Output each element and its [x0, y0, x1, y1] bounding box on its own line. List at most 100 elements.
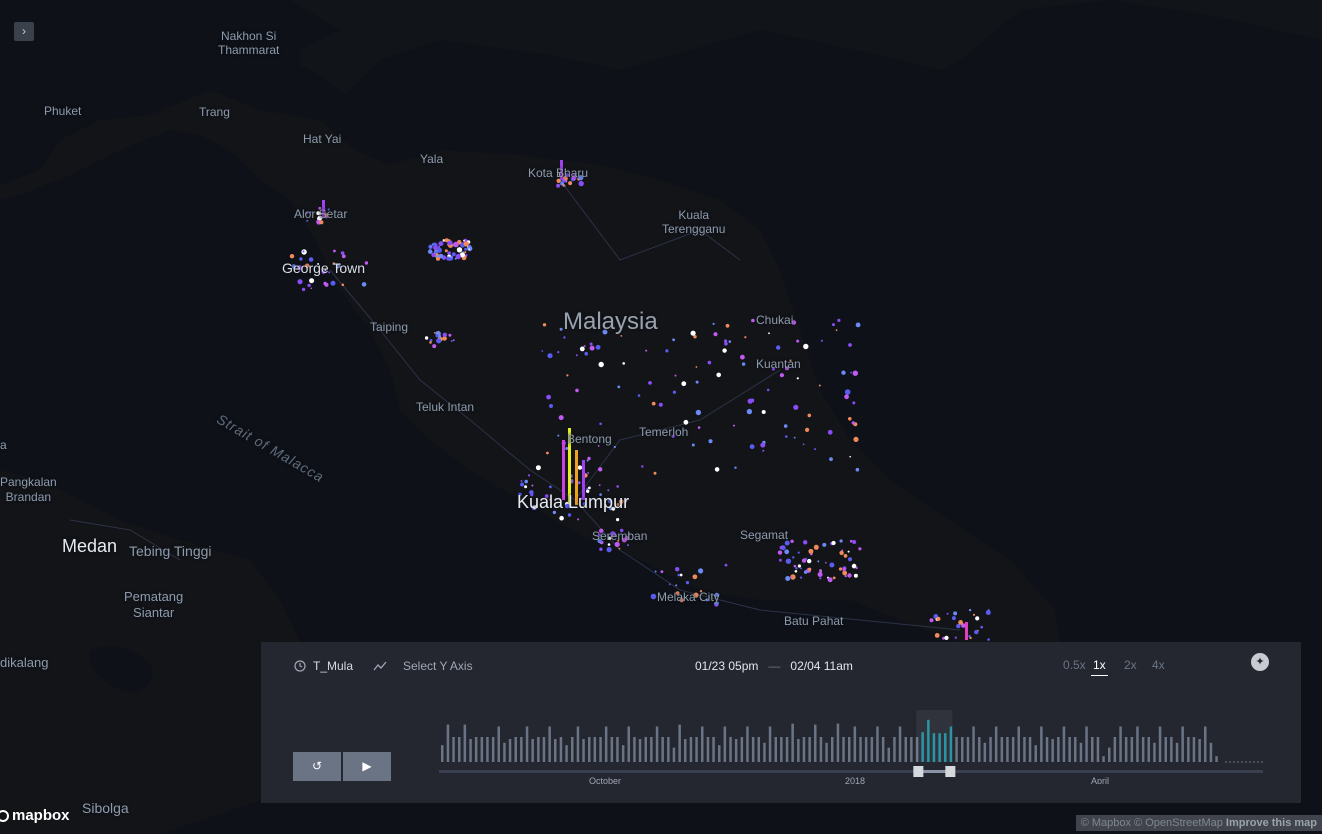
- histogram-bar: [701, 726, 704, 762]
- heat-point: [849, 539, 853, 543]
- histogram-bar: [1074, 737, 1077, 762]
- play-button[interactable]: ▶: [343, 752, 391, 781]
- histogram-bar: [791, 723, 794, 762]
- speed-option-0-5x[interactable]: 0.5x: [1063, 658, 1086, 672]
- histogram-bar: [1006, 737, 1009, 762]
- timeline-track[interactable]: [439, 770, 1263, 773]
- heat-point: [827, 429, 833, 435]
- heat-point: [542, 323, 547, 327]
- heat-point: [801, 558, 807, 563]
- mapbox-logo[interactable]: mapbox: [0, 807, 70, 824]
- histogram-bar: [520, 737, 523, 762]
- histogram-bar: [1136, 726, 1139, 762]
- histogram-bar: [565, 745, 568, 762]
- place-label-seremban: Seremban: [592, 529, 648, 543]
- speed-option-2x[interactable]: 2x: [1124, 658, 1137, 672]
- heat-point: [793, 404, 799, 410]
- histogram-bar: [1028, 737, 1032, 762]
- heat-point: [524, 479, 528, 484]
- heat-point: [447, 251, 451, 255]
- histogram-bar: [486, 737, 489, 762]
- place-label-segamat: Segamat: [740, 528, 789, 542]
- heat-point: [724, 563, 728, 567]
- histogram-bar: [588, 737, 591, 762]
- heat-point: [968, 608, 972, 612]
- heat-point: [929, 618, 934, 623]
- heat-point: [844, 394, 849, 400]
- heat-point: [549, 404, 553, 408]
- heat-point: [807, 413, 812, 418]
- heat-point: [818, 384, 821, 387]
- histogram-bar: [514, 737, 517, 762]
- time-field-selector[interactable]: T_Mula: [294, 659, 353, 673]
- heat-point: [520, 482, 525, 487]
- heat-point: [946, 612, 949, 615]
- histogram-bar: [1102, 756, 1105, 762]
- heat-point: [577, 481, 581, 485]
- heat-spike: [562, 440, 565, 500]
- heat-point: [980, 625, 984, 629]
- histogram-bar: [1124, 737, 1128, 762]
- heat-point: [855, 566, 858, 570]
- time-range-end[interactable]: 02/04 11am: [790, 659, 853, 673]
- speed-option-1x[interactable]: 1x: [1091, 658, 1108, 676]
- heat-point: [766, 388, 770, 392]
- histogram-bar: [1068, 737, 1071, 762]
- sidebar-toggle-button[interactable]: ›: [14, 22, 34, 41]
- info-icon[interactable]: ✦: [1251, 653, 1269, 671]
- heat-point: [575, 354, 578, 357]
- heat-point: [616, 485, 619, 488]
- histogram-bar: [1079, 742, 1083, 762]
- heat-point: [813, 544, 819, 550]
- heat-point: [740, 354, 745, 360]
- y-axis-selector[interactable]: Select Y Axis: [373, 659, 473, 673]
- heat-point: [817, 572, 823, 577]
- attribution-text[interactable]: © Mapbox © OpenStreetMap: [1081, 817, 1223, 829]
- histogram-bar: [576, 726, 580, 762]
- heat-point: [802, 443, 805, 446]
- speed-option-4x[interactable]: 4x: [1152, 658, 1165, 672]
- histogram-bar: [689, 737, 693, 762]
- heat-point: [307, 283, 311, 288]
- heat-point: [456, 247, 463, 253]
- heat-point: [535, 465, 541, 471]
- country-label-malaysia: Malaysia: [563, 308, 658, 335]
- heat-point: [744, 336, 747, 339]
- heat-point: [820, 339, 823, 342]
- histogram-bar: [740, 737, 744, 762]
- time-range-start[interactable]: 01/23 05pm: [695, 659, 758, 673]
- histogram-bar: [537, 737, 540, 762]
- heat-point: [724, 339, 728, 343]
- heat-point: [448, 333, 452, 337]
- histogram-bar: [842, 737, 845, 762]
- histogram-bar: [650, 737, 653, 762]
- time-playback-panel: T_Mula Select Y Axis 01/23 05pm — 02/04 …: [261, 642, 1301, 803]
- heat-point: [453, 241, 459, 248]
- heat-point: [653, 471, 657, 475]
- range-end-handle[interactable]: [945, 766, 956, 777]
- histogram-bar: [559, 737, 563, 762]
- reset-button[interactable]: ↺: [293, 752, 341, 781]
- heat-point: [301, 287, 306, 292]
- heat-point: [825, 561, 827, 564]
- heat-point: [524, 485, 528, 489]
- heat-point: [467, 245, 473, 252]
- histogram-bar: [1085, 726, 1088, 762]
- heat-point: [741, 362, 746, 366]
- histogram-bar: [684, 739, 687, 762]
- heat-point: [842, 570, 848, 576]
- heat-point: [975, 616, 980, 621]
- heat-point: [793, 564, 797, 568]
- improve-map-link[interactable]: Improve this map: [1226, 817, 1317, 829]
- range-start-handle[interactable]: [913, 766, 924, 777]
- heat-point: [563, 336, 566, 339]
- histogram-bar: [1034, 745, 1037, 762]
- y-axis-placeholder: Select Y Axis: [403, 659, 473, 673]
- heat-point: [450, 340, 453, 342]
- time-histogram[interactable]: October 2018 April: [437, 704, 1267, 784]
- histogram-bar: [661, 737, 664, 762]
- chevron-right-icon: ›: [22, 24, 26, 38]
- histogram-bar: [757, 737, 760, 762]
- heat-point: [714, 467, 720, 472]
- heat-point: [433, 245, 438, 251]
